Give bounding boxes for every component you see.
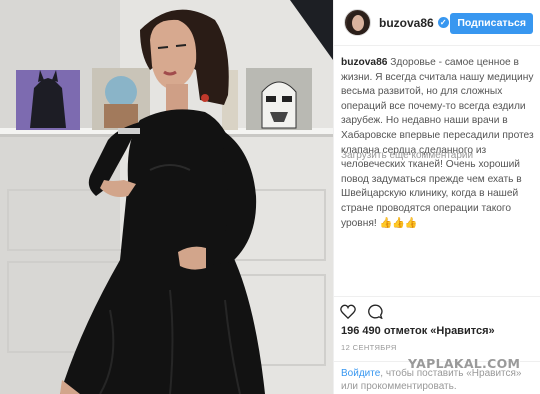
watermark: YAPLAKAL.COM <box>408 356 521 371</box>
verified-badge-icon: ✓ <box>437 17 449 28</box>
caption: buzova86 Здоровье - самое ценное в жизни… <box>341 56 535 231</box>
load-more-comments-link[interactable]: Загрузить еще комментарии <box>341 150 473 161</box>
likes-count[interactable]: 196 490 отметок «Нравится» <box>341 325 495 337</box>
post-photo[interactable] <box>0 0 333 394</box>
photo-illustration <box>0 0 333 394</box>
caption-text: Здоровье - самое ценное в жизни. Я всегд… <box>341 57 534 229</box>
comment-bubble-icon[interactable] <box>367 304 383 324</box>
caption-emoji: 👍👍👍 <box>379 217 418 229</box>
caption-author-link[interactable]: buzova86 <box>341 57 387 68</box>
login-link[interactable]: Войдите <box>341 368 380 379</box>
username-link[interactable]: buzova86 <box>379 16 434 30</box>
post-sidebar: buzova86 ✓ Подписаться buzova86 Здоровье… <box>333 0 540 394</box>
heart-outline-icon[interactable] <box>340 304 356 324</box>
action-bar <box>334 296 540 320</box>
post-header: buzova86 ✓ Подписаться <box>334 0 540 46</box>
post-date: 12 СЕНТЯБРЯ <box>341 343 397 352</box>
follow-button[interactable]: Подписаться <box>450 13 533 34</box>
avatar[interactable] <box>344 9 371 36</box>
